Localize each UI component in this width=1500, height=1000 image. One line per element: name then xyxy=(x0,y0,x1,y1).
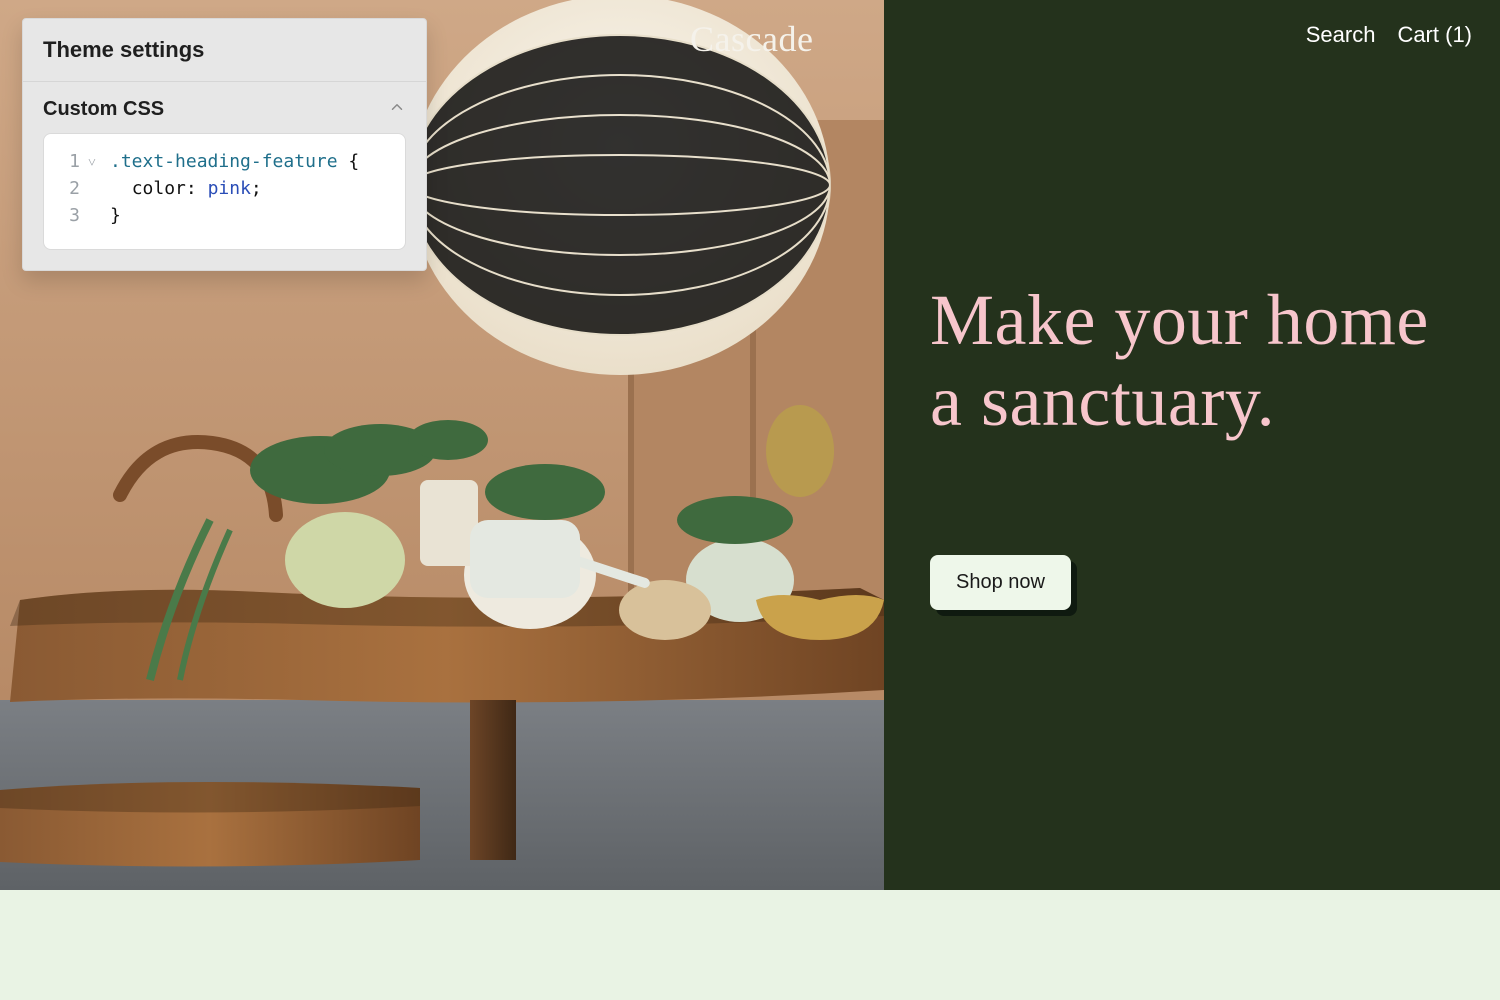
line-number: 1 xyxy=(58,148,80,175)
brand-logo[interactable]: Cascade xyxy=(690,18,813,60)
section-title: Custom CSS xyxy=(43,98,164,121)
shop-now-button[interactable]: Shop now xyxy=(930,555,1071,610)
chevron-up-icon[interactable] xyxy=(388,98,406,121)
panel-title: Theme settings xyxy=(23,19,426,82)
feature-heading: Make your home a sanctuary. xyxy=(930,280,1470,441)
code-text[interactable]: } xyxy=(110,202,391,229)
section-header[interactable]: Custom CSS xyxy=(43,98,406,121)
code-line[interactable]: 1 ˅ .text-heading-feature { xyxy=(58,148,391,175)
hero-right-panel xyxy=(884,0,1500,890)
line-number: 2 xyxy=(58,175,80,202)
fold-toggle-icon[interactable]: ˅ xyxy=(88,153,102,174)
code-text[interactable]: .text-heading-feature { xyxy=(110,148,391,175)
line-number: 3 xyxy=(58,202,80,229)
theme-settings-panel: Theme settings Custom CSS 1 ˅ .text-headin… xyxy=(22,18,427,271)
code-text[interactable]: color: pink; xyxy=(110,175,391,202)
code-line[interactable]: 2 color: pink; xyxy=(58,175,391,202)
css-code-editor[interactable]: 1˅.text-heading-feature {2 color: pink;3… xyxy=(43,133,406,250)
nav-right: Search Cart (1) xyxy=(1306,22,1472,48)
search-link[interactable]: Search xyxy=(1306,22,1376,48)
cart-link[interactable]: Cart (1) xyxy=(1397,22,1472,48)
cta-wrap: Shop now xyxy=(930,555,1071,610)
feature-heading-wrap: Make your home a sanctuary. xyxy=(930,280,1470,441)
bottom-strip xyxy=(0,890,1500,1000)
panel-section-custom-css: Custom CSS 1˅.text-heading-feature {2 co… xyxy=(23,82,426,270)
code-line[interactable]: 3} xyxy=(58,202,391,229)
